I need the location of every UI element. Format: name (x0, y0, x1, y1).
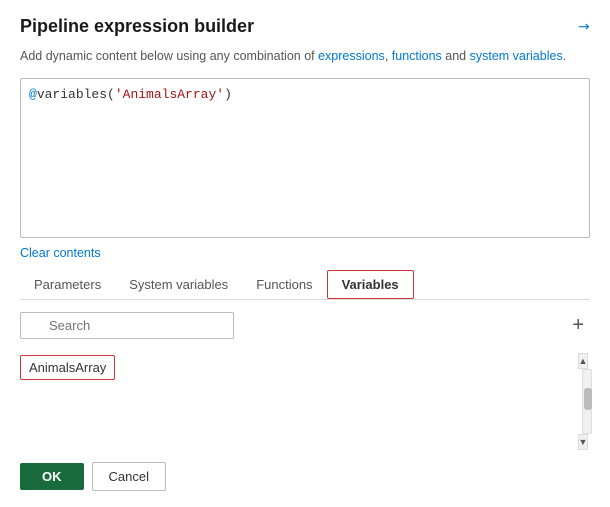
subtitle-prefix: Add dynamic content below using any comb… (20, 49, 318, 63)
search-row: 🔍 + (20, 312, 590, 339)
expand-icon[interactable]: ↗ (574, 16, 594, 36)
tab-functions[interactable]: Functions (242, 270, 326, 299)
pipeline-expression-builder-dialog: Pipeline expression builder ↗ Add dynami… (0, 0, 610, 507)
variables-list: AnimalsArray (20, 353, 574, 413)
dialog-subtitle: Add dynamic content below using any comb… (20, 47, 590, 66)
dialog-title: Pipeline expression builder (20, 16, 254, 37)
search-wrapper: 🔍 (20, 312, 560, 339)
scrollbar-down[interactable]: ▼ (578, 434, 588, 450)
expr-string: 'AnimalsArray' (115, 87, 224, 102)
expr-func: variables (37, 87, 107, 102)
scrollbar-up[interactable]: ▲ (578, 353, 588, 369)
expression-code: @variables('AnimalsArray') (29, 87, 232, 102)
expr-paren-open: ( (107, 87, 115, 102)
scrollbar-thumb[interactable] (584, 388, 592, 410)
scrollbar-track (582, 369, 592, 434)
footer-actions: OK Cancel (20, 462, 590, 491)
clear-contents-link[interactable]: Clear contents (20, 246, 590, 260)
list-item[interactable]: AnimalsArray (20, 355, 115, 380)
tab-variables[interactable]: Variables (327, 270, 414, 299)
dialog-header: Pipeline expression builder ↗ (20, 16, 590, 37)
expressions-link[interactable]: expressions (318, 49, 385, 63)
cancel-button[interactable]: Cancel (92, 462, 166, 491)
tab-system-variables[interactable]: System variables (115, 270, 242, 299)
system-variables-link[interactable]: system variables (470, 49, 563, 63)
expr-paren-close: ) (224, 87, 232, 102)
tabs-bar: Parameters System variables Functions Va… (20, 270, 590, 300)
ok-button[interactable]: OK (20, 463, 84, 490)
tab-parameters[interactable]: Parameters (20, 270, 115, 299)
subtitle-suffix: . (563, 49, 566, 63)
add-button[interactable]: + (566, 313, 590, 337)
expression-textarea[interactable]: @variables('AnimalsArray') (20, 78, 590, 238)
scrollbar: ▲ ▼ (578, 353, 590, 450)
expr-at: @ (29, 87, 37, 102)
variables-list-area: AnimalsArray ▲ ▼ (20, 353, 590, 450)
functions-link[interactable]: functions (392, 49, 442, 63)
search-input[interactable] (20, 312, 234, 339)
